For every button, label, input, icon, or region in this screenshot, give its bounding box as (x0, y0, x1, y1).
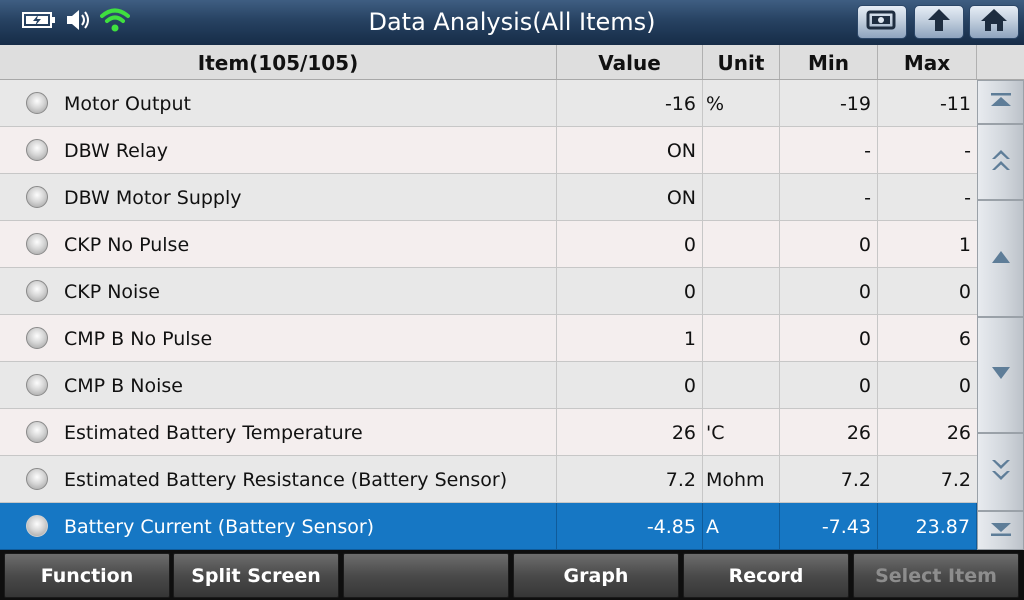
row-value: 7.2 (557, 456, 703, 502)
row-value: 0 (557, 221, 703, 267)
row-min: 26 (780, 409, 878, 455)
title-bar: Data Analysis(All Items) (0, 0, 1024, 46)
row-max: 7.2 (940, 469, 971, 491)
data-table: Motor Output -16 % -19 -11 DBW Relay ON … (0, 80, 980, 550)
row-min: 0 (780, 362, 878, 408)
page-up-icon (989, 147, 1013, 177)
row-unit (703, 268, 780, 314)
line-up-button[interactable] (977, 200, 1024, 317)
scroll-top-icon (989, 92, 1013, 112)
row-value: -4.85 (557, 503, 703, 549)
row-unit: 'C (703, 409, 780, 455)
column-header-item: Item(105/105) (0, 45, 557, 79)
row-value: 0 (557, 268, 703, 314)
row-item-name: Estimated Battery Resistance (Battery Se… (0, 456, 557, 502)
row-min: - (780, 174, 878, 220)
screenshot-button[interactable] (857, 5, 907, 39)
table-header: Item(105/105) Value Unit Min Max (0, 45, 1024, 80)
function-button[interactable]: Function (4, 553, 170, 598)
row-min: 7.2 (780, 456, 878, 502)
row-item-name: DBW Motor Supply (0, 174, 557, 220)
row-value: 26 (557, 409, 703, 455)
home-icon (979, 7, 1009, 37)
line-up-icon (990, 249, 1012, 269)
table-row[interactable]: CMP B No Pulse 1 0 6 (0, 315, 977, 362)
page-down-icon (989, 457, 1013, 487)
row-unit (703, 315, 780, 361)
scroll-top-button[interactable] (977, 80, 1024, 124)
table-row[interactable]: CKP No Pulse 0 0 1 (0, 221, 977, 268)
row-item-name: CKP No Pulse (0, 221, 557, 267)
row-unit: A (703, 503, 780, 549)
page-down-button[interactable] (977, 433, 1024, 511)
back-icon (924, 7, 954, 37)
row-item-name: DBW Relay (0, 127, 557, 173)
row-value: -16 (557, 80, 703, 126)
graph-button[interactable]: Graph (513, 553, 679, 598)
row-item-name: CKP Noise (0, 268, 557, 314)
column-header-value: Value (557, 45, 703, 79)
row-item-name: CMP B Noise (0, 362, 557, 408)
table-row[interactable]: Estimated Battery Temperature 26 'C 26 2… (0, 409, 977, 456)
row-value: ON (557, 127, 703, 173)
row-max: - (964, 140, 971, 162)
row-min: -19 (780, 80, 878, 126)
scroll-bottom-icon (989, 521, 1013, 541)
row-unit (703, 362, 780, 408)
row-max: - (964, 187, 971, 209)
record-button[interactable]: Record (683, 553, 849, 598)
row-value: 0 (557, 362, 703, 408)
row-item-name: CMP B No Pulse (0, 315, 557, 361)
table-row[interactable]: CKP Noise 0 0 0 (0, 268, 977, 315)
table-row[interactable]: DBW Relay ON - - (0, 127, 977, 174)
table-row[interactable]: CMP B Noise 0 0 0 (0, 362, 977, 409)
back-button[interactable] (914, 5, 964, 39)
column-header-spacer (977, 45, 1024, 79)
row-unit (703, 221, 780, 267)
table-row[interactable]: Motor Output -16 % -19 -11 (0, 80, 977, 127)
table-row[interactable]: DBW Motor Supply ON - - (0, 174, 977, 221)
select-item-button[interactable]: Select Item (853, 553, 1019, 598)
row-item-name: Battery Current (Battery Sensor) (0, 503, 557, 549)
bottom-toolbar: Function Split Screen Graph Record Selec… (0, 550, 1024, 600)
row-min: -7.43 (780, 503, 878, 549)
row-max: 0 (958, 281, 971, 303)
row-value: ON (557, 174, 703, 220)
page-up-button[interactable] (977, 124, 1024, 200)
row-min: 0 (780, 221, 878, 267)
row-item-name: Estimated Battery Temperature (0, 409, 557, 455)
split-screen-button[interactable]: Split Screen (173, 553, 339, 598)
table-row[interactable]: Estimated Battery Resistance (Battery Se… (0, 456, 977, 503)
row-value: 1 (557, 315, 703, 361)
row-max: 26 (946, 422, 971, 444)
empty-button (343, 553, 509, 598)
row-unit (703, 174, 780, 220)
row-max: 6 (958, 328, 971, 350)
row-unit (703, 127, 780, 173)
row-max: 0 (958, 375, 971, 397)
row-min: - (780, 127, 878, 173)
row-unit: Mohm (703, 456, 780, 502)
home-button[interactable] (969, 5, 1019, 39)
row-min: 0 (780, 315, 878, 361)
column-header-max: Max (878, 45, 977, 79)
row-max: -11 (939, 93, 971, 115)
row-item-name: Motor Output (0, 80, 557, 126)
scroll-controls (977, 80, 1024, 550)
row-unit: % (703, 80, 780, 126)
line-down-icon (990, 365, 1012, 385)
table-row-selected[interactable]: Battery Current (Battery Sensor) -4.85 A… (0, 503, 980, 550)
scroll-bottom-button[interactable] (977, 511, 1024, 550)
column-header-min: Min (780, 45, 878, 79)
column-header-unit: Unit (703, 45, 780, 79)
row-max: 23.87 (878, 503, 977, 549)
row-min: 0 (780, 268, 878, 314)
screenshot-icon (865, 8, 899, 36)
row-max: 1 (958, 234, 971, 256)
line-down-button[interactable] (977, 317, 1024, 433)
